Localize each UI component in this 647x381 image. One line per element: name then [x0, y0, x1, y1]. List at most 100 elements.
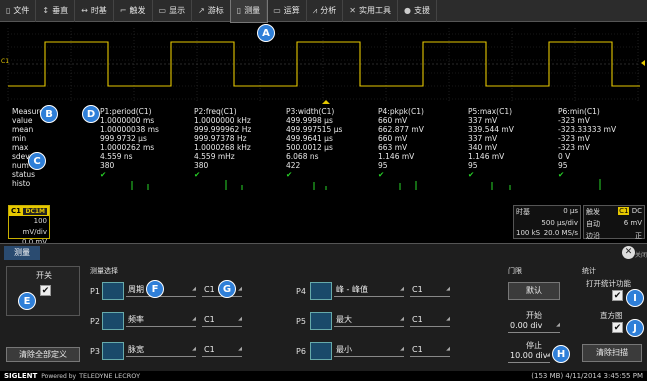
menu-utility[interactable]: ✕ 实用工具	[343, 0, 398, 22]
table-cell: -323 mV	[558, 134, 590, 143]
param-source: C1	[204, 315, 215, 324]
trigger-mode-row: 自动 6 mV	[584, 218, 644, 230]
param-type-select[interactable]: 频率	[126, 312, 196, 327]
histogram-strip	[131, 179, 601, 190]
table-cell: 422	[286, 161, 301, 170]
channel1-descriptor[interactable]: C1DC1M 100 mV/div 0.0 mV offset	[8, 205, 50, 255]
maximum-icon[interactable]	[310, 312, 332, 330]
param-type-select[interactable]: 最大	[334, 312, 404, 327]
col-header[interactable]: P3:width(C1)	[286, 107, 334, 116]
menu-analysis[interactable]: ⩘ 分析	[307, 0, 344, 22]
trigger-type-row: 边沿 正	[584, 230, 644, 242]
timebase-header: 时基 0 µs	[514, 206, 580, 218]
period-icon[interactable]	[102, 282, 124, 300]
table-cell: 4.559 ns	[100, 152, 133, 161]
menu-file[interactable]: ▯ 文件	[0, 0, 37, 22]
menu-cursor[interactable]: ↗ 游标	[192, 0, 231, 22]
row-label: mean	[12, 125, 34, 134]
param-slot: P2	[90, 317, 100, 326]
table-cell: 0 V	[558, 152, 571, 161]
pulse-width-icon[interactable]	[102, 342, 124, 360]
menu-analysis-label: 分析	[320, 6, 337, 15]
menu-math[interactable]: ▭ 运算	[267, 0, 307, 22]
table-cell: 500.0012 µs	[286, 143, 333, 152]
waveform-display[interactable]: C1	[0, 24, 647, 104]
col-header[interactable]: P1:period(C1)	[100, 107, 152, 116]
row-label: min	[12, 134, 27, 143]
stats-title: 统计	[582, 267, 596, 275]
stats-on-checkbox[interactable]: ✔	[612, 290, 623, 301]
table-cell: 499.9641 µs	[286, 134, 333, 143]
table-cell: 1.146 mV	[378, 152, 415, 161]
partner-logo: TELEDYNE LECROY	[79, 372, 141, 380]
param-source-select[interactable]: C1	[410, 342, 450, 357]
trigger-header: 触发 C1 DC	[584, 206, 644, 218]
clear-all-button[interactable]: 清除全部定义	[6, 347, 80, 362]
table-row: max 1.0000262 ms 1.0000268 kHz 500.0012 …	[0, 143, 647, 152]
row-label: histo	[12, 179, 31, 188]
close-icon[interactable]: ✕	[622, 246, 635, 259]
col-header[interactable]: P6:min(C1)	[558, 107, 600, 116]
table-cell: 6.068 ns	[286, 152, 319, 161]
param-type-select[interactable]: 峰 - 峰值	[334, 282, 404, 297]
param-source-select[interactable]: C1	[202, 342, 242, 357]
gate-start-input[interactable]: 0.00 div	[508, 318, 560, 333]
menu-support[interactable]: ● 支援	[398, 0, 437, 22]
table-cell: 660 mV	[378, 134, 408, 143]
col-header[interactable]: P2:freq(C1)	[194, 107, 237, 116]
histogram-checkbox[interactable]: ✔	[612, 322, 623, 333]
tab-measure[interactable]: 测量	[4, 246, 40, 260]
marker-g: G	[218, 280, 236, 298]
menu-timebase-label: 时基	[90, 6, 107, 15]
param-type-select[interactable]: 脉宽	[126, 342, 196, 357]
col-header[interactable]: P5:max(C1)	[468, 107, 512, 116]
peak-to-peak-icon[interactable]	[310, 282, 332, 300]
param-source-select[interactable]: C1	[202, 312, 242, 327]
table-cell: 1.00000038 ms	[100, 125, 159, 134]
frequency-icon[interactable]	[102, 312, 124, 330]
param-source-select[interactable]: C1	[410, 312, 450, 327]
table-cell: 1.0000000 kHz	[194, 116, 251, 125]
menu-support-label: 支援	[413, 6, 430, 15]
col-header[interactable]: P4:pkpk(C1)	[378, 107, 424, 116]
trigger-mode: 自动	[586, 220, 600, 228]
trigger-channel: C1 DC	[618, 207, 642, 217]
timebase-title: 时基	[516, 208, 530, 216]
marker-d: D	[82, 105, 100, 123]
menu-display[interactable]: ▭ 显示	[153, 0, 193, 22]
gate-stop-input[interactable]: 10.00 div	[508, 348, 550, 363]
param-source-select[interactable]: C1	[410, 282, 450, 297]
table-row: num 380 380 422 95 95 95	[0, 161, 647, 170]
marker-i: I	[626, 289, 644, 307]
menu-trigger-label: 触发	[129, 6, 146, 15]
table-cell: 499.9998 µs	[286, 116, 333, 125]
table-cell: 999.999962 Hz	[194, 125, 252, 134]
gate-start-value: 0.00 div	[510, 321, 543, 330]
trigger-descriptor[interactable]: 触发 C1 DC 自动 6 mV 边沿 正	[583, 205, 645, 242]
menu-vertical[interactable]: ↕ 垂直	[36, 0, 76, 22]
param-name: 最小	[336, 345, 352, 354]
table-cell: 337 mV	[468, 116, 498, 125]
minimum-icon[interactable]	[310, 342, 332, 360]
marker-e: E	[18, 292, 36, 310]
param-type-select[interactable]: 最小	[334, 342, 404, 357]
menu-bar: ▯ 文件 ↕ 垂直 ↔ 时基 ⌐ 触发 ▭ 显示 ↗ 游标 ▯ 测量 ▭ 运算 ⩘ 分析 ✕ 实用工…	[0, 0, 647, 23]
onoff-checkbox[interactable]: ✔	[40, 285, 51, 296]
timebase-delay: 0 µs	[563, 207, 578, 215]
trigger-level-marker[interactable]	[641, 60, 645, 66]
timebase-descriptor[interactable]: 时基 0 µs 500 µs/div 100 kS 20.0 MS/s	[513, 205, 581, 239]
param-name: 周期	[128, 285, 144, 294]
menu-measure[interactable]: ▯ 测量	[229, 0, 269, 23]
menu-trigger[interactable]: ⌐ 触发	[114, 0, 153, 22]
support-icon: ●	[403, 6, 411, 15]
channel-marker: C1	[1, 58, 10, 65]
status-bar: SIGLENT Powered by TELEDYNE LECROY (153 …	[0, 371, 647, 381]
histogram-label: 直方图	[600, 311, 623, 320]
clear-sweeps-button[interactable]: 清除扫描	[582, 344, 642, 362]
trigger-title: 触发	[586, 208, 600, 216]
table-row: mean 1.00000038 ms 999.999962 Hz 499.997…	[0, 125, 647, 134]
param-name: 峰 - 峰值	[336, 285, 368, 294]
default-button[interactable]: 默认	[508, 282, 560, 300]
menu-timebase[interactable]: ↔ 时基	[75, 0, 114, 22]
table-cell: 999.9732 µs	[100, 134, 147, 143]
